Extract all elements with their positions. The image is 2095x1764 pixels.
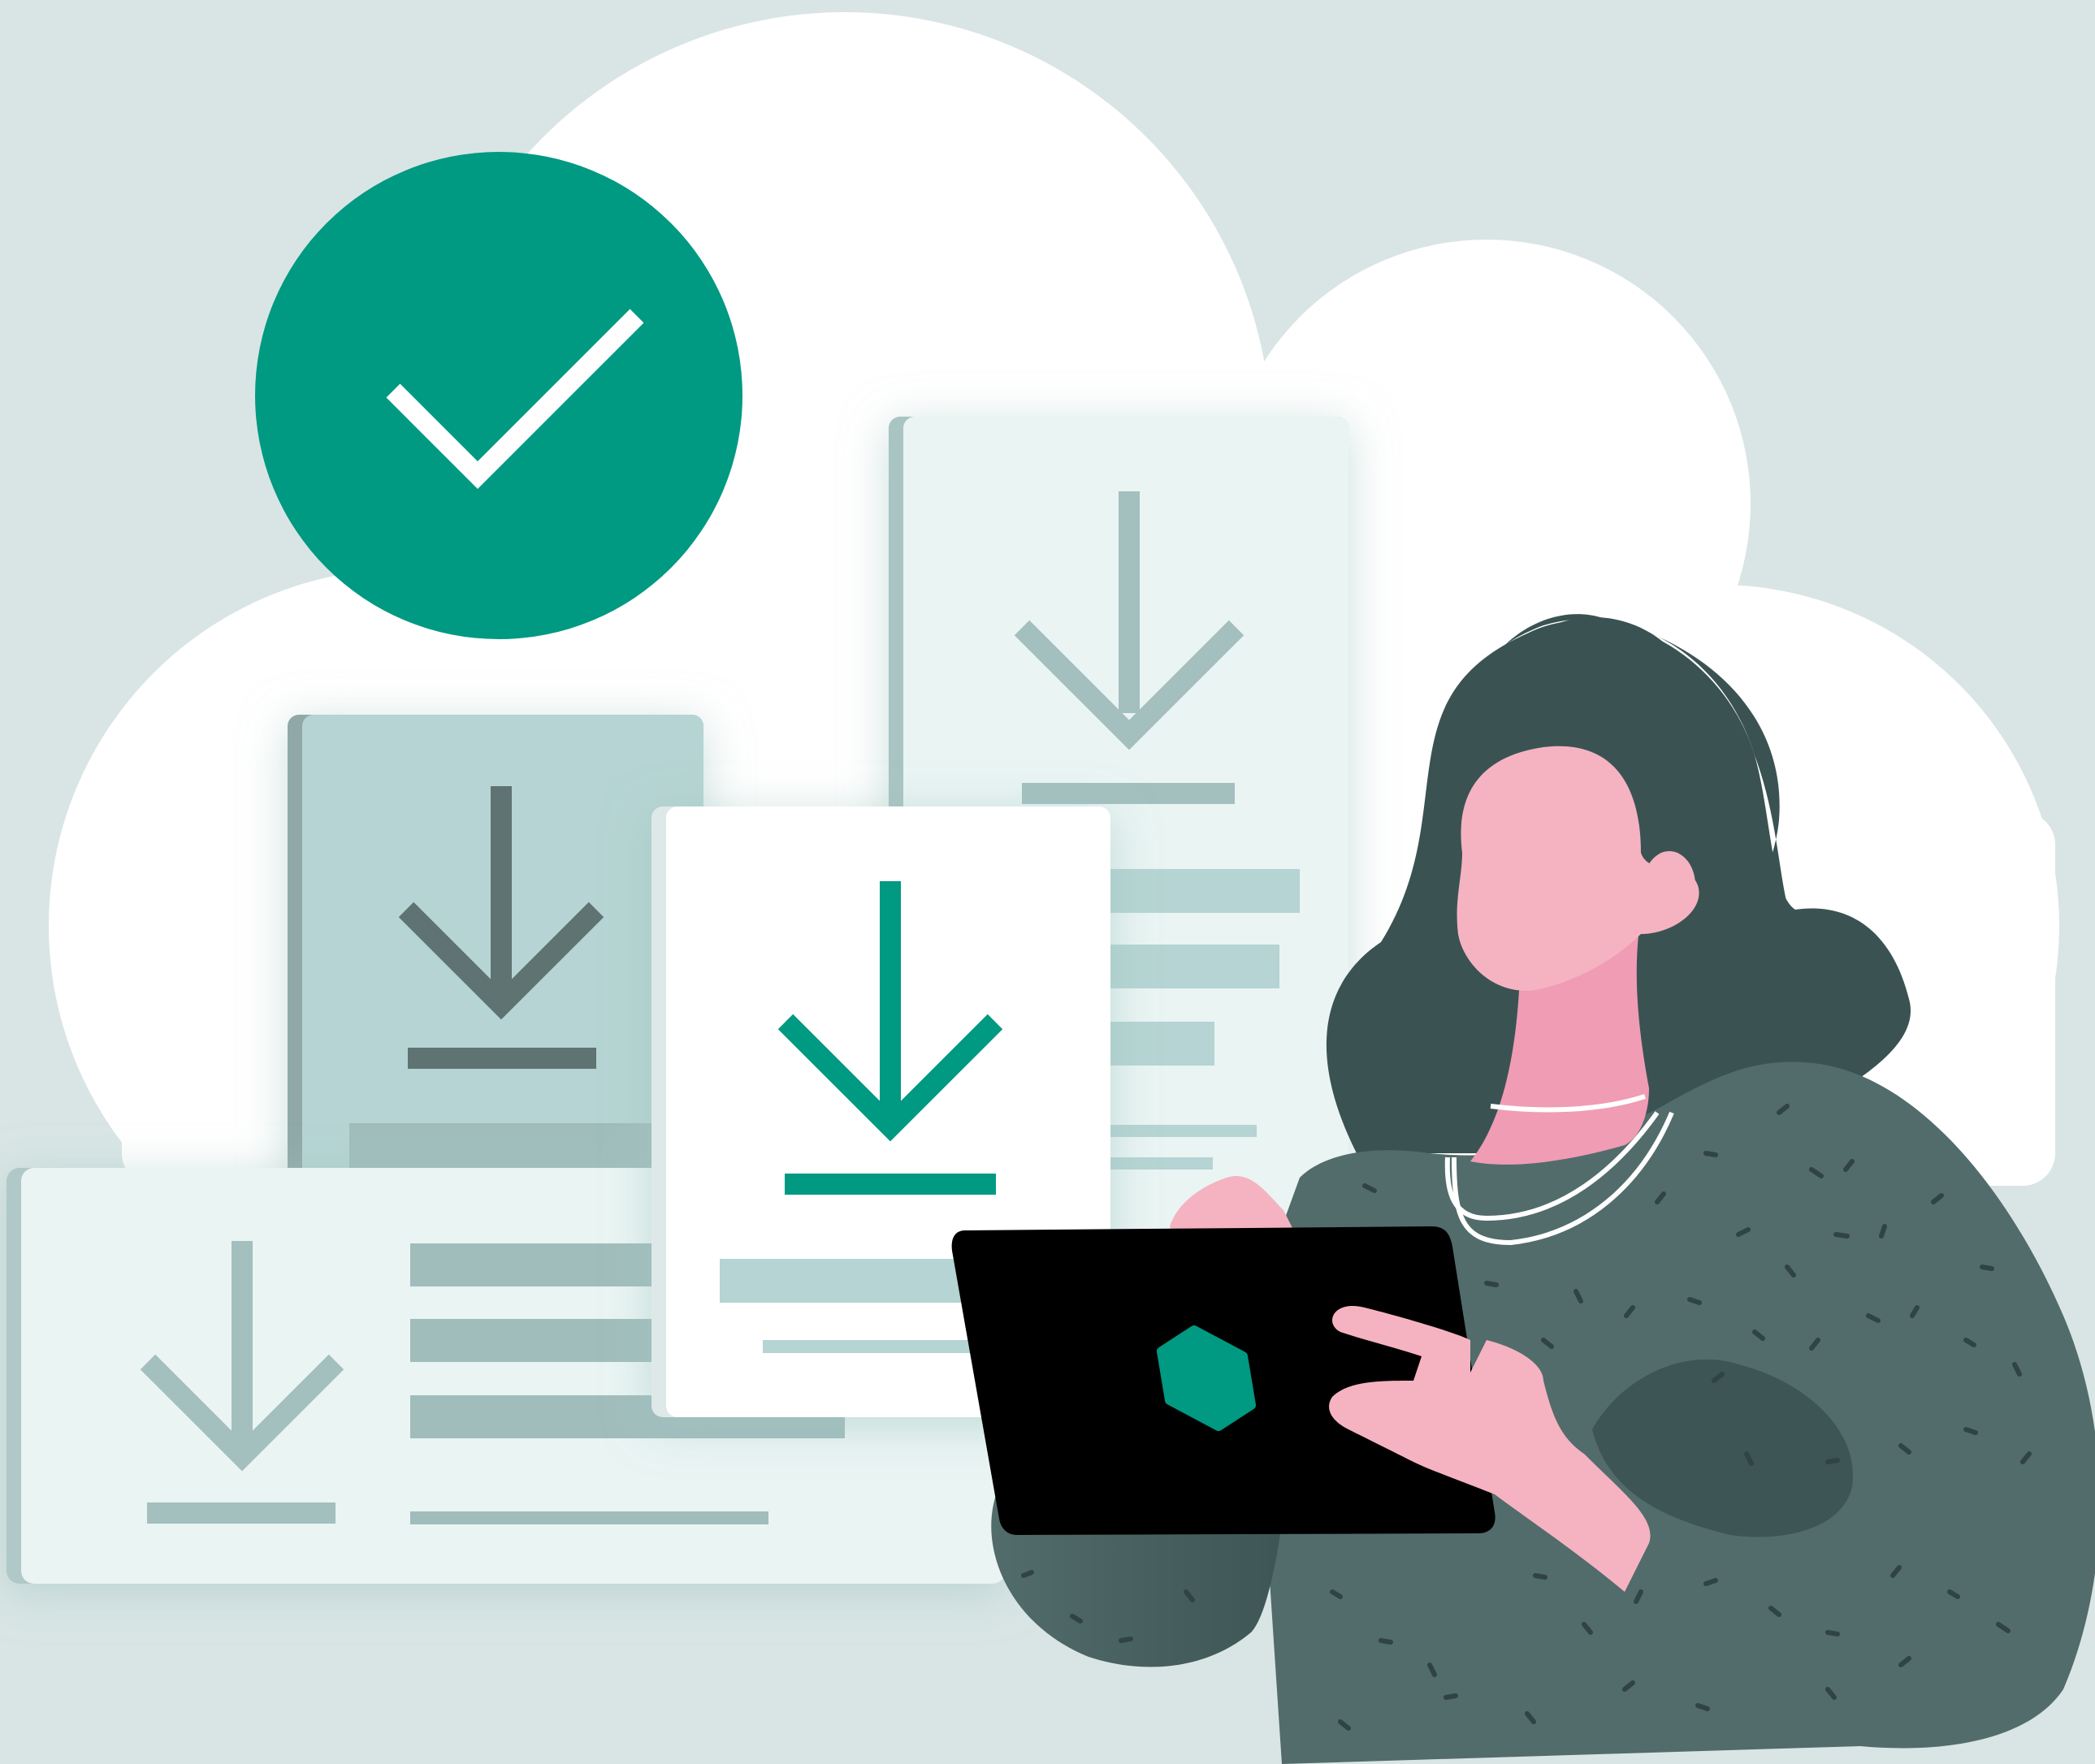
download-card-back-left bbox=[288, 715, 703, 1202]
check-circle-icon bbox=[255, 152, 742, 639]
illustration-scene bbox=[0, 0, 2095, 1764]
